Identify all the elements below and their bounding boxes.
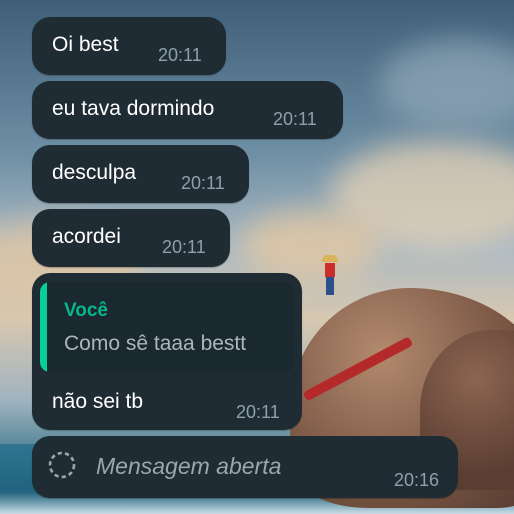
message-bubble[interactable]: Oi best 20:11: [32, 17, 226, 75]
message-time: 20:11: [158, 45, 202, 65]
wallpaper-figure: [322, 255, 338, 297]
message-time: 20:11: [162, 237, 206, 257]
quote-accent-bar: [40, 282, 47, 372]
quoted-message[interactable]: Você Como sê taaa bestt: [40, 282, 294, 372]
message-bubble[interactable]: acordei 20:11: [32, 209, 230, 267]
view-once-status: Mensagem aberta: [96, 453, 282, 479]
view-once-opened-icon: [48, 451, 76, 479]
quote-text: Como sê taaa bestt: [64, 332, 247, 355]
message-time: 20:11: [273, 109, 317, 129]
message-text: Oi best: [52, 33, 119, 56]
message-text: não sei tb: [52, 390, 144, 413]
quote-author: Você: [64, 300, 109, 321]
message-text: eu tava dormindo: [52, 97, 215, 120]
message-text: acordei: [52, 225, 121, 248]
message-time: 20:16: [394, 470, 440, 490]
message-bubble[interactable]: desculpa 20:11: [32, 145, 249, 203]
message-bubble[interactable]: eu tava dormindo 20:11: [32, 81, 343, 139]
wallpaper-cloud: [240, 210, 380, 280]
message-time: 20:11: [236, 402, 280, 422]
message-time: 20:11: [181, 173, 225, 193]
message-text: desculpa: [52, 161, 137, 184]
